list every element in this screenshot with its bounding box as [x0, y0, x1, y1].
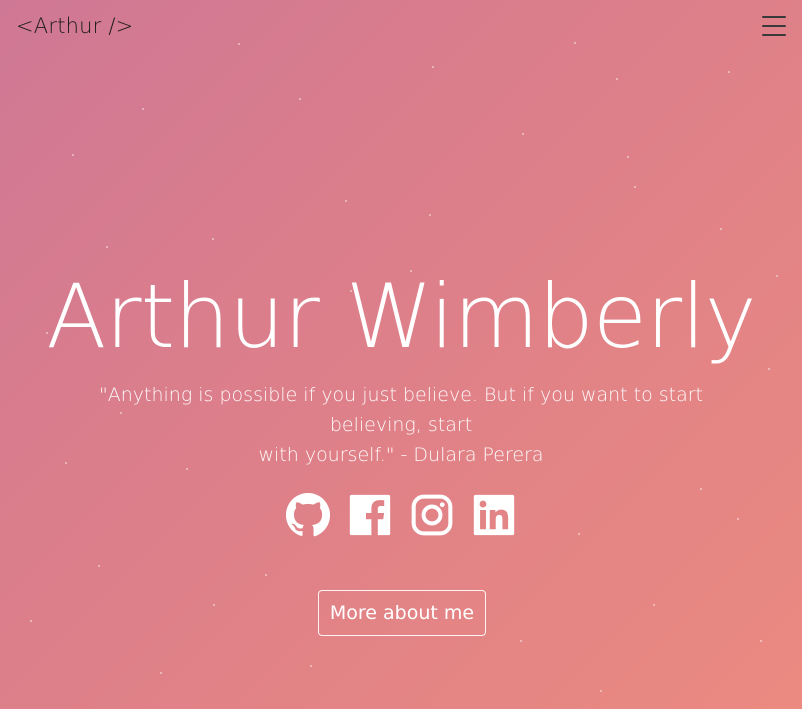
hamburger-menu-icon-line — [762, 25, 786, 27]
hamburger-menu-icon-line — [762, 34, 786, 36]
brand-logo[interactable]: <Arthur /> — [16, 14, 133, 38]
linkedin-link[interactable] — [471, 490, 517, 540]
more-about-me-button[interactable]: More about me — [318, 590, 486, 636]
hero-name: Arthur Wimberly — [46, 265, 757, 368]
hero-quote-line-1: "Anything is possible if you just believ… — [98, 384, 703, 436]
hamburger-menu-button[interactable] — [762, 16, 786, 36]
hero-quote-line-2: with yourself." - Dulara Perera — [258, 444, 544, 466]
hamburger-menu-icon — [762, 16, 786, 18]
hero-quote: "Anything is possible if you just believ… — [70, 380, 732, 470]
instagram-link[interactable] — [409, 490, 455, 540]
social-links — [0, 490, 802, 540]
linkedin-icon — [473, 494, 515, 536]
instagram-icon — [411, 494, 453, 536]
github-link[interactable] — [285, 490, 331, 540]
github-icon — [285, 492, 331, 537]
facebook-link[interactable] — [347, 490, 393, 540]
facebook-icon — [349, 494, 391, 536]
